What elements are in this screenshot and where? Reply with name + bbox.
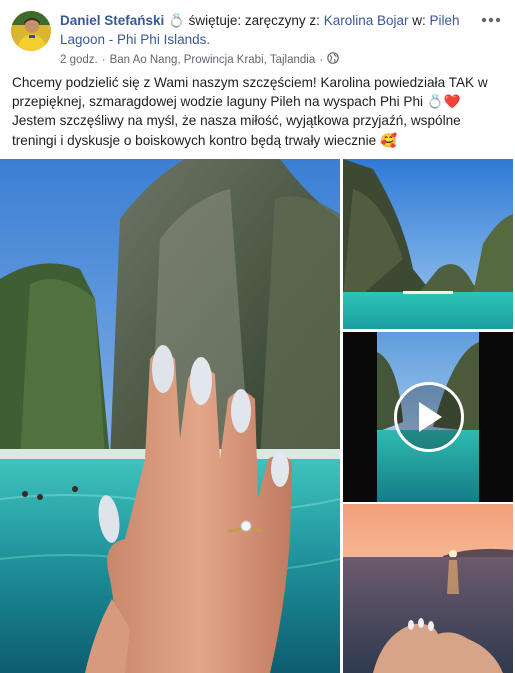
meta-separator: ·	[101, 53, 106, 66]
tagged-person-link[interactable]: Karolina Bojar	[324, 13, 409, 28]
photo-grid	[0, 159, 515, 673]
post-headline: Daniel Stefański 💍 świętuje: zaręczyny z…	[60, 11, 470, 49]
author-avatar[interactable]	[11, 11, 51, 51]
feeling-text: świętuje: zaręczyny z:	[188, 13, 320, 28]
play-icon[interactable]	[394, 382, 464, 452]
photo-ring-hand[interactable]	[0, 159, 340, 673]
globe-icon[interactable]	[327, 52, 339, 67]
post-header: Daniel Stefański 💍 świętuje: zaręczyny z…	[0, 0, 515, 72]
video-lagoon[interactable]	[343, 332, 513, 502]
photo-sunset[interactable]	[343, 504, 513, 673]
post-time[interactable]: 2 godz.	[60, 54, 98, 66]
ring-icon: 💍	[168, 13, 185, 28]
photo-lagoon[interactable]	[343, 159, 513, 329]
location-prefix: w:	[412, 13, 426, 28]
author-name[interactable]: Daniel Stefański	[60, 13, 164, 28]
post-text: Chcemy podzielić się z Wami naszym szczę…	[12, 75, 488, 148]
facebook-post: Daniel Stefański 💍 świętuje: zaręczyny z…	[0, 0, 515, 673]
more-options-icon[interactable]	[479, 10, 503, 30]
post-meta: 2 godz. · Ban Ao Nang, Prowincja Krabi, …	[60, 52, 339, 67]
meta-separator: ·	[319, 53, 324, 66]
post-place[interactable]: Ban Ao Nang, Prowincja Krabi, Tajlandia	[110, 54, 316, 66]
